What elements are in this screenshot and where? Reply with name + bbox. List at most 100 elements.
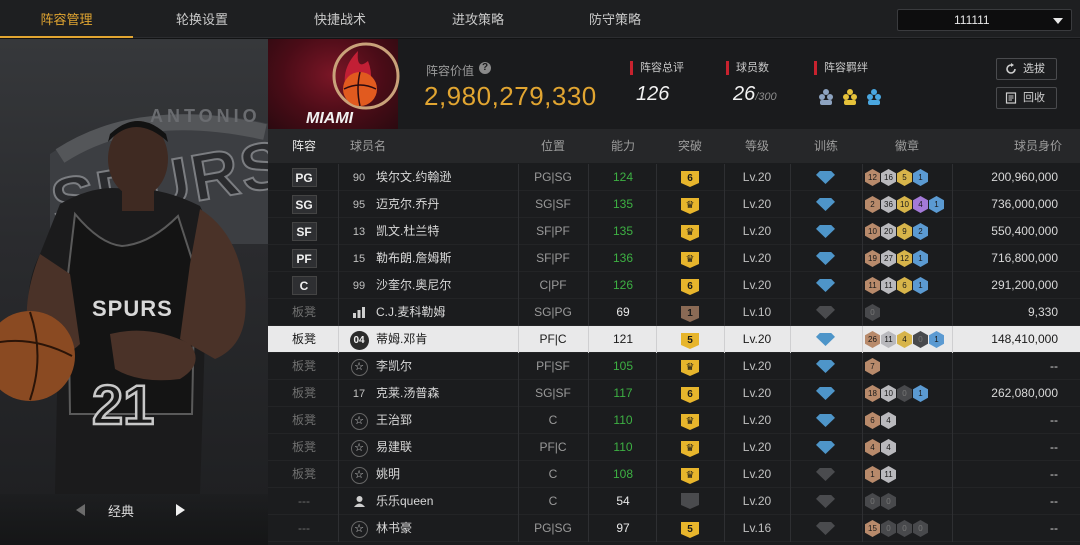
- player-value-cell: 716,800,000: [952, 245, 1080, 272]
- tab-rotation-settings[interactable]: 轮换设置: [150, 0, 254, 38]
- table-row[interactable]: PG 90 埃尔文.约翰逊 PG|SG 124 6 Lv.20 12 16 5 1 200,960,0…: [268, 164, 1080, 191]
- person-icon: [348, 488, 370, 515]
- player-name[interactable]: 蒂姆.邓肯: [376, 326, 516, 353]
- lineup-slot[interactable]: 板凳: [268, 407, 340, 434]
- training-cell[interactable]: [790, 299, 862, 326]
- tab-quick-tactics[interactable]: 快捷战术: [288, 0, 392, 38]
- user-icon: [353, 496, 365, 507]
- col-level[interactable]: 等级: [724, 129, 790, 163]
- badge-hex-icon: 0: [881, 520, 896, 537]
- badge-hex-icon: 11: [881, 277, 896, 294]
- chemistry-icons[interactable]: [818, 85, 898, 107]
- training-cell[interactable]: [790, 245, 862, 272]
- breakthrough-cell: 6: [656, 272, 724, 299]
- jersey-number: 21: [92, 373, 154, 436]
- lineup-summary-header: MIAMI 阵容价值 ? 2,980,279,330 阵容总评 126 球员数 …: [268, 39, 1080, 129]
- training-cell[interactable]: [790, 353, 862, 380]
- table-row[interactable]: 板凳 ☆ 易建联 PF|C 110 ♛ Lv.20 4 4 --: [268, 434, 1080, 461]
- col-ability[interactable]: 能力: [588, 129, 658, 163]
- next-card-arrow-icon[interactable]: [176, 504, 185, 516]
- table-row[interactable]: 板凳 ☆ 王治郅 C 110 ♛ Lv.20 6 4 --: [268, 407, 1080, 434]
- training-cell[interactable]: [790, 461, 862, 488]
- col-breakthrough[interactable]: 突破: [656, 129, 724, 163]
- player-name[interactable]: 李凯尔: [376, 353, 516, 380]
- col-lineup[interactable]: 阵容: [268, 129, 340, 163]
- table-row[interactable]: 板凳 04 蒂姆.邓肯 PF|C 121 5 Lv.20 26 11 4 0 1 148,410,000: [268, 326, 1080, 353]
- col-training[interactable]: 训练: [790, 129, 862, 163]
- table-row[interactable]: 板凳 17 克莱.汤普森 SG|SF 117 6 Lv.20 18 10 0 1 262,080,00…: [268, 380, 1080, 407]
- bar-chart-icon: [353, 307, 365, 318]
- training-cell[interactable]: [790, 326, 862, 353]
- help-icon[interactable]: ?: [479, 62, 491, 74]
- training-cell[interactable]: [790, 488, 862, 515]
- col-player-name[interactable]: 球员名: [350, 129, 410, 163]
- col-badges[interactable]: 徽章: [862, 129, 952, 163]
- lineup-slot[interactable]: 板凳: [268, 353, 340, 380]
- breakthrough-cell: ♛: [656, 353, 724, 380]
- player-name[interactable]: 埃尔文.约翰逊: [376, 164, 516, 191]
- training-cell[interactable]: [790, 380, 862, 407]
- table-row[interactable]: --- ☆ 林书豪 PG|SG 97 5 Lv.16 15 0 0 0 --: [268, 515, 1080, 542]
- player-ability: 136: [612, 251, 634, 265]
- lineup-slot[interactable]: ---: [268, 515, 340, 542]
- lineup-slot[interactable]: SG: [268, 191, 340, 218]
- lineup-slot[interactable]: 板凳: [268, 461, 340, 488]
- lineup-slot[interactable]: PF: [268, 245, 340, 272]
- player-name[interactable]: 沙奎尔.奥尼尔: [376, 272, 516, 299]
- training-cell[interactable]: [790, 164, 862, 191]
- player-name[interactable]: 凯文.杜兰特: [376, 218, 516, 245]
- player-name[interactable]: 林书豪: [376, 515, 516, 542]
- table-row[interactable]: --- 乐乐queen C 54 Lv.20 0 0 --: [268, 488, 1080, 515]
- badges-cell: 26 11 4 0 1: [862, 326, 952, 353]
- training-cell[interactable]: [790, 515, 862, 542]
- training-cell[interactable]: [790, 434, 862, 461]
- player-name[interactable]: 王治郅: [376, 407, 516, 434]
- star-icon: ☆: [348, 407, 370, 434]
- table-row[interactable]: PF 15 勒布朗.詹姆斯 SF|PF 136 ♛ Lv.20 19 27 12 1 716,800,…: [268, 245, 1080, 272]
- table-row[interactable]: SF 13 凯文.杜兰特 SF|PF 135 ♛ Lv.20 10 20 9 2 550,400,00…: [268, 218, 1080, 245]
- table-row[interactable]: 板凳 ☆ 姚明 C 108 ♛ Lv.20 1 11 --: [268, 461, 1080, 488]
- sign-player-button[interactable]: 选拔: [996, 58, 1057, 80]
- chemistry-cyan-icon: [867, 89, 881, 105]
- badge-list: 26 11 4 0 1: [865, 331, 945, 348]
- player-name[interactable]: 克莱.汤普森: [376, 380, 516, 407]
- player-name[interactable]: 易建联: [376, 434, 516, 461]
- training-cell[interactable]: [790, 218, 862, 245]
- team-select-dropdown[interactable]: 111111: [897, 9, 1072, 31]
- lineup-slot[interactable]: C: [268, 272, 340, 299]
- breakthrough-cell: 1: [656, 299, 724, 326]
- col-player-value[interactable]: 球员身价: [968, 129, 1062, 163]
- player-ability: 135: [612, 197, 634, 211]
- badge-hex-icon: 2: [865, 196, 880, 213]
- tab-lineup-management[interactable]: 阵容管理: [0, 0, 133, 38]
- table-row[interactable]: 板凳 ☆ 李凯尔 PF|SF 105 ♛ Lv.20 7 --: [268, 353, 1080, 380]
- lineup-slot[interactable]: PG: [268, 164, 340, 191]
- player-name[interactable]: 姚明: [376, 461, 516, 488]
- breakthrough-badge: 5: [681, 333, 699, 349]
- recycle-player-button[interactable]: 回收: [996, 87, 1057, 109]
- lineup-slot[interactable]: ---: [268, 488, 340, 515]
- badge-hex-icon: 0: [865, 304, 880, 321]
- player-name[interactable]: C.J.麦科勒姆: [376, 299, 516, 326]
- lineup-slot[interactable]: SF: [268, 218, 340, 245]
- badge-hex-icon: 4: [881, 412, 896, 429]
- tab-offense-strategy[interactable]: 进攻策略: [426, 0, 530, 38]
- col-position[interactable]: 位置: [518, 129, 588, 163]
- table-row[interactable]: C 99 沙奎尔.奥尼尔 C|PF 126 6 Lv.20 11 11 6 1 291,200,000: [268, 272, 1080, 299]
- training-cell[interactable]: [790, 407, 862, 434]
- lineup-slot[interactable]: 板凳: [268, 380, 340, 407]
- lineup-slot[interactable]: 板凳: [268, 434, 340, 461]
- table-row[interactable]: 板凳 C.J.麦科勒姆 SG|PG 69 1 Lv.10 0 9,330: [268, 299, 1080, 326]
- lineup-slot[interactable]: 板凳: [268, 299, 340, 326]
- training-shield-icon: [816, 225, 835, 238]
- badge-hex-icon: 10: [897, 196, 912, 213]
- training-cell[interactable]: [790, 191, 862, 218]
- player-name[interactable]: 迈克尔.乔丹: [376, 191, 516, 218]
- player-name[interactable]: 勒布朗.詹姆斯: [376, 245, 516, 272]
- previous-card-arrow-icon[interactable]: [76, 504, 85, 516]
- training-cell[interactable]: [790, 272, 862, 299]
- lineup-slot[interactable]: 板凳: [268, 326, 340, 353]
- player-name[interactable]: 乐乐queen: [376, 488, 516, 515]
- table-row[interactable]: SG 95 迈克尔.乔丹 SG|SF 135 ♛ Lv.20 2 36 10 4 1 736,000,0…: [268, 191, 1080, 218]
- tab-defense-strategy[interactable]: 防守策略: [563, 0, 667, 38]
